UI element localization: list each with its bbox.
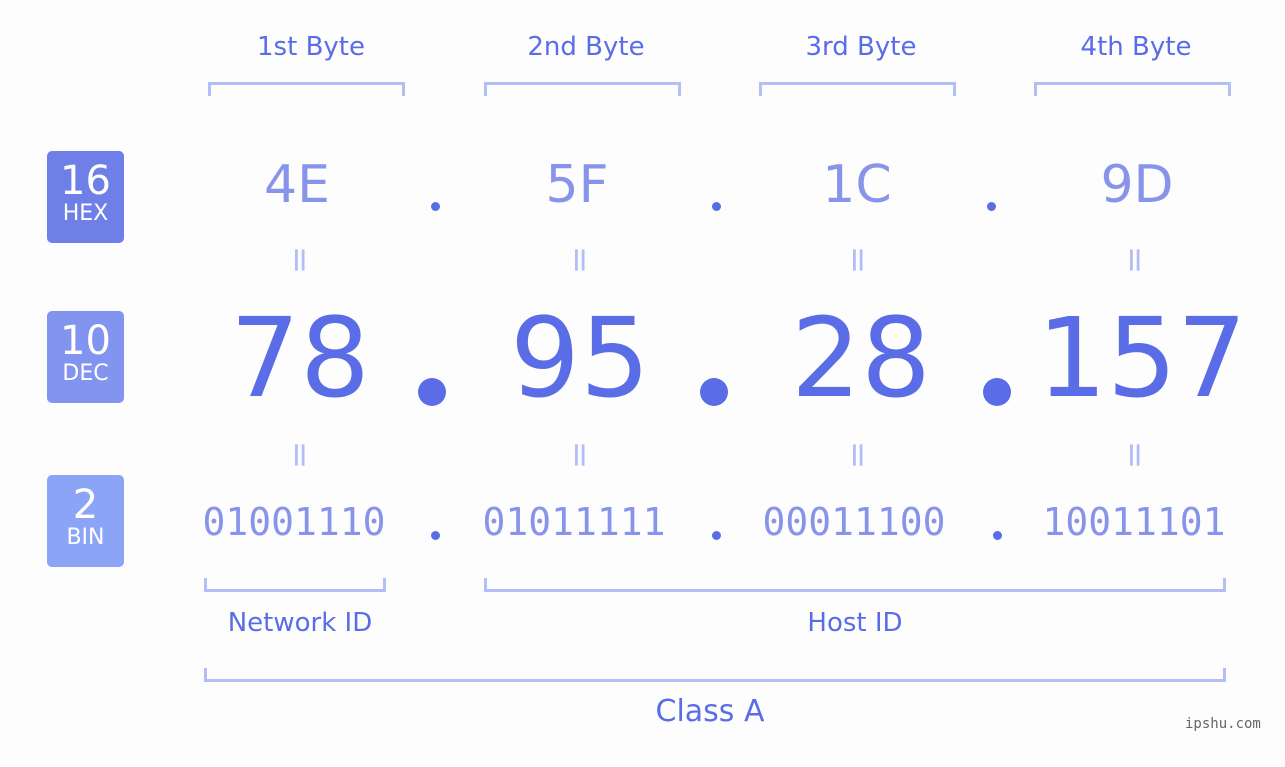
class-bracket	[204, 668, 1226, 682]
bin-octet-2: 01011111	[482, 500, 666, 544]
hex-separator-dot	[431, 202, 440, 211]
bin-badge: 2 BIN	[47, 475, 124, 567]
byte-bracket-4	[1034, 82, 1231, 96]
hex-octet-2: 5F	[545, 155, 609, 215]
dec-base-label: DEC	[62, 361, 109, 386]
dec-badge: 10 DEC	[47, 311, 124, 403]
bin-base-label: BIN	[66, 525, 105, 550]
host-id-bracket	[484, 578, 1226, 592]
equals-icon: =	[1115, 245, 1155, 275]
byte-header-4: 4th Byte	[1080, 32, 1192, 62]
bin-octet-4: 10011101	[1042, 500, 1226, 544]
byte-header-3: 3rd Byte	[805, 32, 917, 62]
byte-header-2: 2nd Byte	[527, 32, 645, 62]
dec-separator-dot	[983, 378, 1011, 406]
byte-bracket-2	[484, 82, 681, 96]
hex-separator-dot	[712, 202, 721, 211]
watermark: ipshu.com	[1185, 716, 1261, 732]
network-id-label: Network ID	[227, 608, 373, 638]
byte-bracket-3	[759, 82, 956, 96]
hex-octet-4: 9D	[1100, 155, 1174, 215]
hex-base-label: HEX	[62, 201, 109, 226]
bin-separator-dot	[431, 531, 440, 540]
dec-octet-4: 157	[1037, 294, 1247, 422]
hex-separator-dot	[987, 202, 996, 211]
equals-icon: =	[838, 245, 878, 275]
class-label: Class A	[655, 694, 765, 729]
dec-octet-2: 95	[510, 294, 650, 422]
bin-octet-1: 01001110	[202, 500, 386, 544]
equals-icon: =	[280, 245, 320, 275]
byte-bracket-1	[208, 82, 405, 96]
dec-separator-dot	[700, 378, 728, 406]
host-id-label: Host ID	[807, 608, 903, 638]
bin-base-number: 2	[72, 482, 99, 528]
bin-separator-dot	[712, 531, 721, 540]
hex-base-number: 16	[60, 158, 111, 204]
equals-icon: =	[838, 440, 878, 470]
dec-separator-dot	[418, 378, 446, 406]
equals-icon: =	[560, 440, 600, 470]
hex-octet-1: 4E	[264, 155, 330, 215]
equals-icon: =	[1115, 440, 1155, 470]
network-id-bracket	[204, 578, 386, 592]
equals-icon: =	[560, 245, 600, 275]
bin-separator-dot	[993, 531, 1002, 540]
equals-icon: =	[280, 440, 320, 470]
byte-header-1: 1st Byte	[257, 32, 365, 62]
dec-base-number: 10	[60, 318, 111, 364]
hex-octet-3: 1C	[822, 155, 892, 215]
hex-badge: 16 HEX	[47, 151, 124, 243]
dec-octet-3: 28	[791, 294, 931, 422]
bin-octet-3: 00011100	[762, 500, 946, 544]
dec-octet-1: 78	[230, 294, 370, 422]
